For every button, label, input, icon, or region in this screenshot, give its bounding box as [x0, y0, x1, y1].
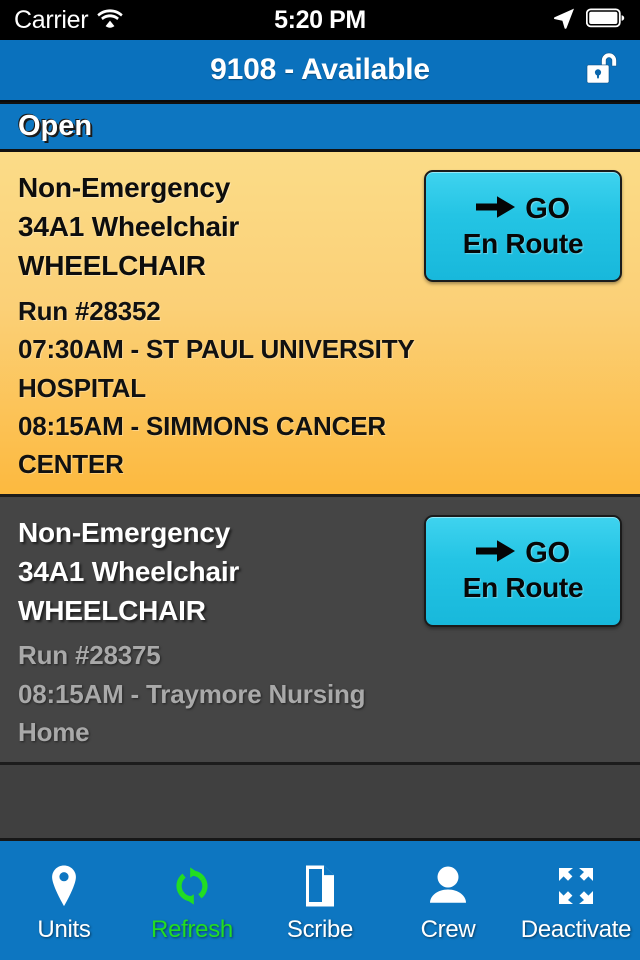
job-summary: Non-Emergency 34A1 Wheelchair WHEELCHAIR: [18, 168, 422, 286]
job-summary: Non-Emergency 34A1 Wheelchair WHEELCHAIR: [18, 513, 422, 631]
refresh-icon: [170, 863, 214, 909]
go-sublabel: En Route: [462, 227, 584, 259]
status-bar: Carrier 5:20 PM: [0, 0, 640, 40]
unlocked-padlock-icon[interactable]: [584, 48, 624, 92]
battery-full-icon: [585, 7, 626, 33]
tab-label-crew: Crew: [420, 916, 476, 943]
section-header-open: Open: [0, 102, 640, 152]
tab-label-refresh: Refresh: [151, 916, 233, 943]
person-icon: [427, 863, 469, 909]
job-card-active[interactable]: Non-Emergency 34A1 Wheelchair WHEELCHAIR…: [0, 152, 640, 497]
job-card-inactive[interactable]: Non-Emergency 34A1 Wheelchair WHEELCHAIR…: [0, 496, 640, 765]
status-bar-left: Carrier: [14, 6, 123, 35]
app-root: Carrier 5:20 PM 9108 - Available Open No…: [0, 0, 640, 960]
go-en-route-button[interactable]: GO En Route: [424, 514, 622, 627]
document-icon: [304, 863, 336, 909]
go-button-row: GO: [476, 193, 570, 226]
go-en-route-button[interactable]: GO En Route: [424, 170, 622, 282]
tab-deactivate[interactable]: Deactivate: [512, 841, 640, 960]
job-unit: 34A1 Wheelchair: [18, 556, 240, 588]
wifi-icon: [97, 8, 123, 33]
arrow-right-icon: [476, 193, 516, 226]
job-run-number: Run #28375: [18, 640, 161, 671]
go-label: GO: [525, 537, 570, 570]
expand-arrows-icon: [553, 863, 599, 909]
tab-scribe[interactable]: Scribe: [256, 841, 384, 960]
tab-label-scribe: Scribe: [286, 916, 354, 943]
job-priority: Non-Emergency: [18, 172, 231, 203]
job-pickup: 07:30AM - ST PAUL UNIVERSITY HOSPITAL: [18, 334, 415, 403]
job-type: WHEELCHAIR: [18, 595, 206, 627]
job-priority: Non-Emergency: [18, 516, 231, 548]
map-pin-icon: [49, 863, 79, 909]
nav-bar: 9108 - Available: [0, 40, 640, 102]
tab-crew[interactable]: Crew: [384, 841, 512, 960]
section-header-label: Open: [18, 110, 93, 142]
go-label: GO: [525, 192, 570, 225]
page-title: 9108 - Available: [210, 53, 430, 86]
tab-label-deactivate: Deactivate: [520, 916, 632, 943]
job-run-number: Run #28352: [18, 295, 161, 326]
job-pickup: 08:15AM - Traymore Nursing Home: [18, 678, 366, 748]
tab-label-units: Units: [37, 916, 91, 943]
job-details: Run #28375 08:15AM - Traymore Nursing Ho…: [18, 636, 422, 751]
status-bar-right: [552, 6, 626, 35]
go-sublabel: En Route: [462, 572, 584, 604]
arrow-right-icon: [476, 537, 516, 570]
job-dropoff: 08:15AM - SIMMONS CANCER CENTER: [18, 410, 386, 480]
tab-units[interactable]: Units: [0, 841, 128, 960]
job-type: WHEELCHAIR: [18, 250, 206, 282]
tab-bar: Units Refresh Scribe Crew Deactivate: [0, 838, 640, 960]
go-button-row: GO: [476, 537, 570, 570]
job-details: Run #28352 07:30AM - ST PAUL UNIVERSITY …: [18, 292, 422, 484]
tab-refresh[interactable]: Refresh: [128, 841, 256, 960]
location-arrow-icon: [552, 6, 576, 35]
carrier-label: Carrier: [14, 5, 89, 34]
job-list: Non-Emergency 34A1 Wheelchair WHEELCHAIR…: [0, 152, 640, 838]
job-unit: 34A1 Wheelchair: [18, 211, 240, 243]
